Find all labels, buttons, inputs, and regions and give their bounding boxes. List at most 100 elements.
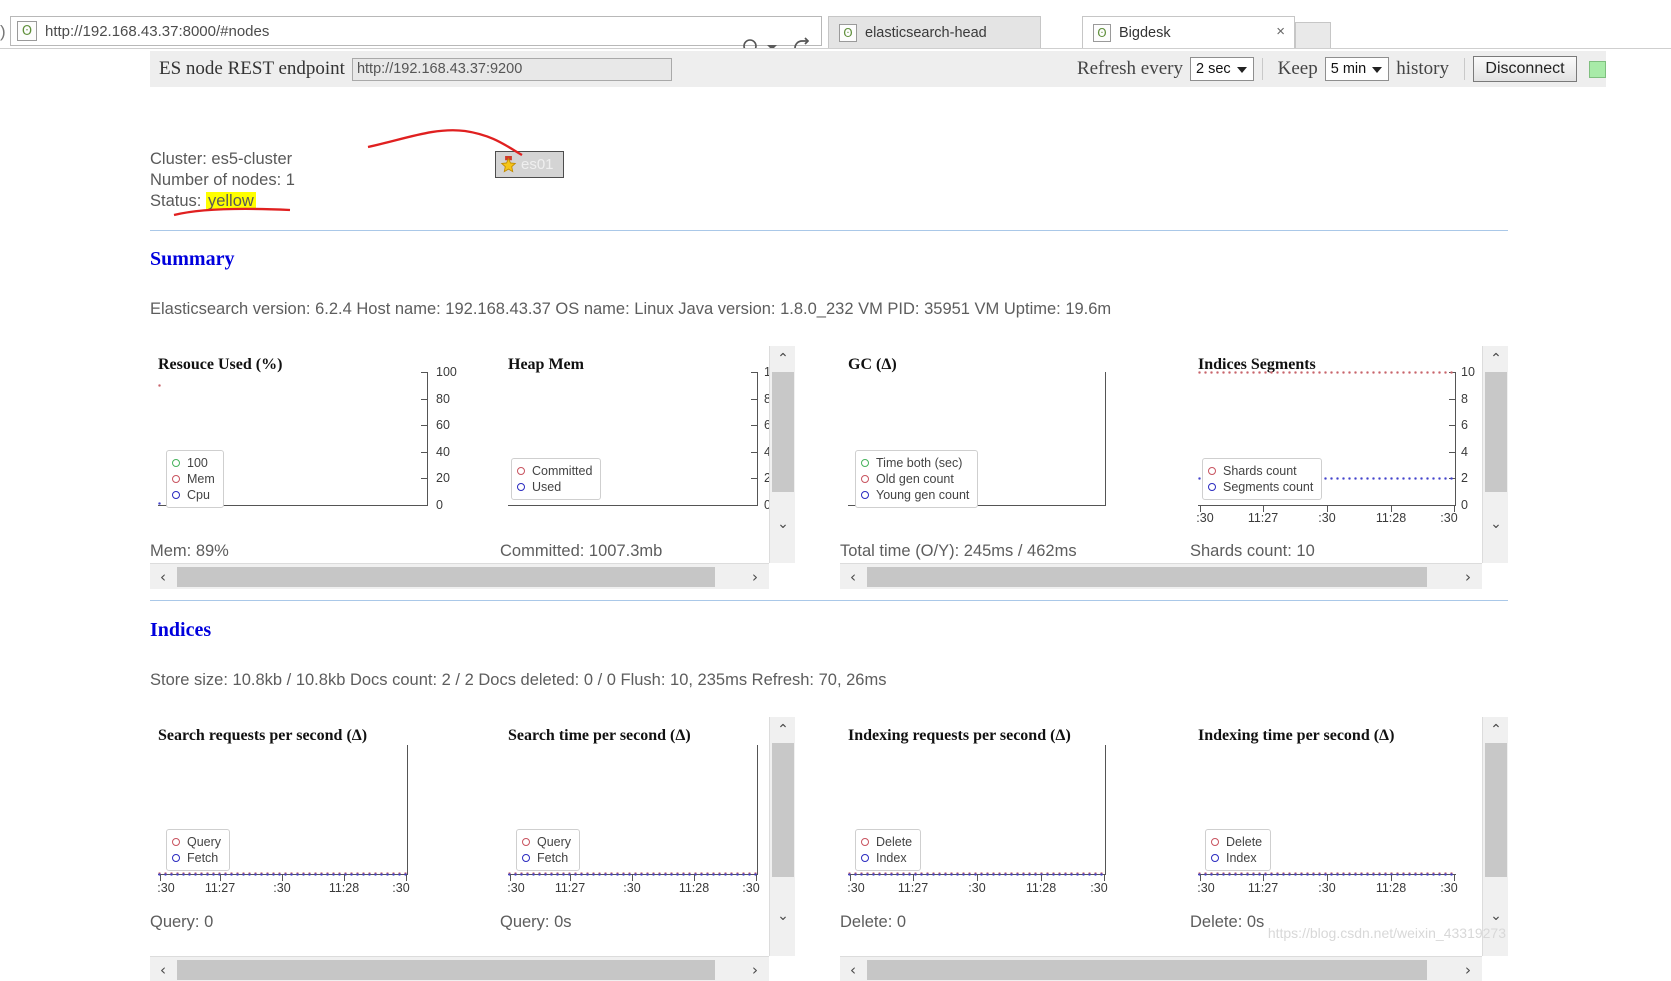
address-bar[interactable]: ʘ http://192.168.43.37:8000/#nodes: [10, 16, 822, 57]
scroll-left-icon[interactable]: ‹: [840, 564, 866, 590]
chart-footnote: Query: 0s: [500, 913, 572, 931]
legend-item: Fetch: [522, 850, 571, 866]
vertical-scroll-thumb[interactable]: [772, 372, 794, 492]
scroll-up-icon[interactable]: ⌃: [770, 346, 796, 372]
y-tick-label: 6: [1461, 418, 1468, 433]
refresh-interval-select[interactable]: 2 sec: [1189, 57, 1254, 81]
chevron-down-icon: [1372, 67, 1383, 73]
vertical-scroll-thumb[interactable]: [1485, 372, 1507, 492]
close-icon[interactable]: ×: [1276, 24, 1285, 39]
endpoint-input[interactable]: http://192.168.43.37:9200: [351, 57, 672, 81]
legend-marker-icon: [172, 491, 180, 499]
horizontal-scrollbar[interactable]: ‹ ›: [150, 956, 769, 981]
legend-marker-icon: [517, 483, 525, 491]
connection-status-badge: [1589, 60, 1606, 78]
scroll-up-icon[interactable]: ⌃: [1483, 346, 1509, 372]
legend-item: Old gen count: [861, 471, 969, 487]
vertical-scrollbar[interactable]: ⌃ ⌄: [1482, 346, 1508, 563]
y-tick-label: 0: [1461, 498, 1468, 512]
scroll-right-icon[interactable]: ›: [742, 564, 768, 590]
tab-bigdesk[interactable]: ʘ Bigdesk ×: [1082, 16, 1295, 48]
legend-label: Fetch: [537, 851, 569, 865]
y-axis: [407, 745, 408, 875]
tab-label: Bigdesk: [1119, 24, 1171, 41]
horizontal-scrollbar[interactable]: ‹ ›: [840, 563, 1482, 589]
x-tick-label: :30: [1440, 511, 1458, 525]
scroll-right-icon[interactable]: ›: [1455, 564, 1481, 590]
scroll-right-icon[interactable]: ›: [1455, 957, 1481, 981]
y-tick: [751, 425, 758, 427]
vertical-scroll-thumb[interactable]: [772, 743, 794, 877]
node-badge-es01[interactable]: es01: [495, 151, 564, 178]
scroll-left-icon[interactable]: ‹: [840, 957, 866, 981]
vertical-scrollbar[interactable]: ⌃ ⌄: [1482, 717, 1508, 956]
x-tick-label: :30: [1196, 511, 1214, 525]
vertical-scrollbar[interactable]: ⌃ ⌄: [769, 717, 795, 956]
page-favicon-icon: ʘ: [17, 21, 37, 41]
cluster-status-label: Status:: [150, 192, 202, 210]
x-tick-label: :30: [507, 881, 525, 895]
legend-label: Old gen count: [876, 472, 954, 486]
legend-marker-icon: [522, 838, 530, 846]
legend-marker-icon: [861, 459, 869, 467]
legend-label: Fetch: [187, 851, 219, 865]
new-tab-button[interactable]: [1295, 22, 1331, 48]
legend-label: Young gen count: [876, 488, 970, 502]
browser-back-edge: ): [0, 22, 6, 41]
y-tick-label: 100: [436, 365, 457, 379]
scroll-down-icon[interactable]: ⌄: [1483, 511, 1509, 537]
scroll-up-icon[interactable]: ⌃: [770, 717, 796, 743]
scroll-left-icon[interactable]: ‹: [150, 564, 176, 590]
indices-chart-group-left: Search requests per second (Δ) :30 11:27…: [150, 717, 795, 981]
legend-label: Index: [1226, 851, 1257, 865]
keep-history-select[interactable]: 5 min: [1324, 57, 1390, 81]
disconnect-button[interactable]: Disconnect: [1473, 56, 1577, 82]
keep-history-value: 5 min: [1330, 61, 1367, 77]
y-tick: [421, 505, 428, 506]
x-tick-label: 11:28: [1375, 881, 1407, 895]
y-tick: [751, 372, 758, 373]
tab-favicon-glyph: ʘ: [843, 25, 853, 40]
y-tick: [421, 372, 428, 373]
scroll-up-icon[interactable]: ⌃: [1483, 717, 1509, 743]
legend-label: 100: [187, 456, 208, 470]
cluster-status-value: yellow: [205, 192, 256, 210]
vertical-scroll-thumb[interactable]: [1485, 743, 1507, 877]
address-bar-url: http://192.168.43.37:8000/#nodes: [45, 22, 270, 40]
horizontal-scroll-thumb[interactable]: [867, 567, 1427, 587]
scroll-down-icon[interactable]: ⌄: [770, 511, 796, 537]
horizontal-scroll-thumb[interactable]: [177, 960, 715, 980]
vertical-scrollbar[interactable]: ⌃ ⌄: [769, 346, 795, 563]
scroll-right-icon[interactable]: ›: [742, 957, 768, 981]
history-label: history: [1396, 58, 1449, 79]
horizontal-scrollbar[interactable]: ‹ ›: [840, 956, 1482, 981]
master-node-star-icon: [500, 156, 517, 173]
legend-item: Delete: [861, 834, 912, 850]
y-tick: [421, 425, 428, 427]
x-tick-label: 11:27: [897, 881, 929, 895]
chart-search-requests-per-second: Search requests per second (Δ) :30 11:27…: [150, 717, 500, 981]
y-tick-label: 80: [436, 391, 450, 406]
legend-label: Query: [537, 835, 572, 849]
chart-legend: Query Fetch: [166, 829, 231, 871]
horizontal-scroll-thumb[interactable]: [867, 960, 1427, 980]
summary-chart-group-left: Resouce Used (%) 100 80 60 40 20 0 100 M…: [150, 346, 795, 589]
chart-footnote: Committed: 1007.3mb: [500, 542, 663, 560]
plot-area: :30 11:27 :30 11:28 :30 Delete Index: [1197, 745, 1458, 895]
plot-area: 10 80 60 40 20 0 Committed Used: [508, 365, 778, 512]
legend-marker-icon: [172, 475, 180, 483]
scroll-left-icon[interactable]: ‹: [150, 957, 176, 981]
chart-legend: Delete Index: [855, 829, 922, 871]
tab-elasticsearch-head[interactable]: ʘ elasticsearch-head: [828, 16, 1041, 48]
legend-item: Delete: [1211, 834, 1262, 850]
x-axis: [508, 505, 758, 506]
legend-label: Delete: [1226, 835, 1263, 849]
scroll-down-icon[interactable]: ⌄: [770, 903, 796, 929]
legend-label: Segments count: [1223, 480, 1314, 494]
horizontal-scrollbar[interactable]: ‹ ›: [150, 563, 769, 589]
y-axis: [1455, 372, 1456, 506]
legend-marker-icon: [172, 459, 180, 467]
legend-item: Cpu: [172, 487, 215, 503]
horizontal-scroll-thumb[interactable]: [177, 567, 715, 587]
legend-marker-icon: [1208, 467, 1216, 475]
